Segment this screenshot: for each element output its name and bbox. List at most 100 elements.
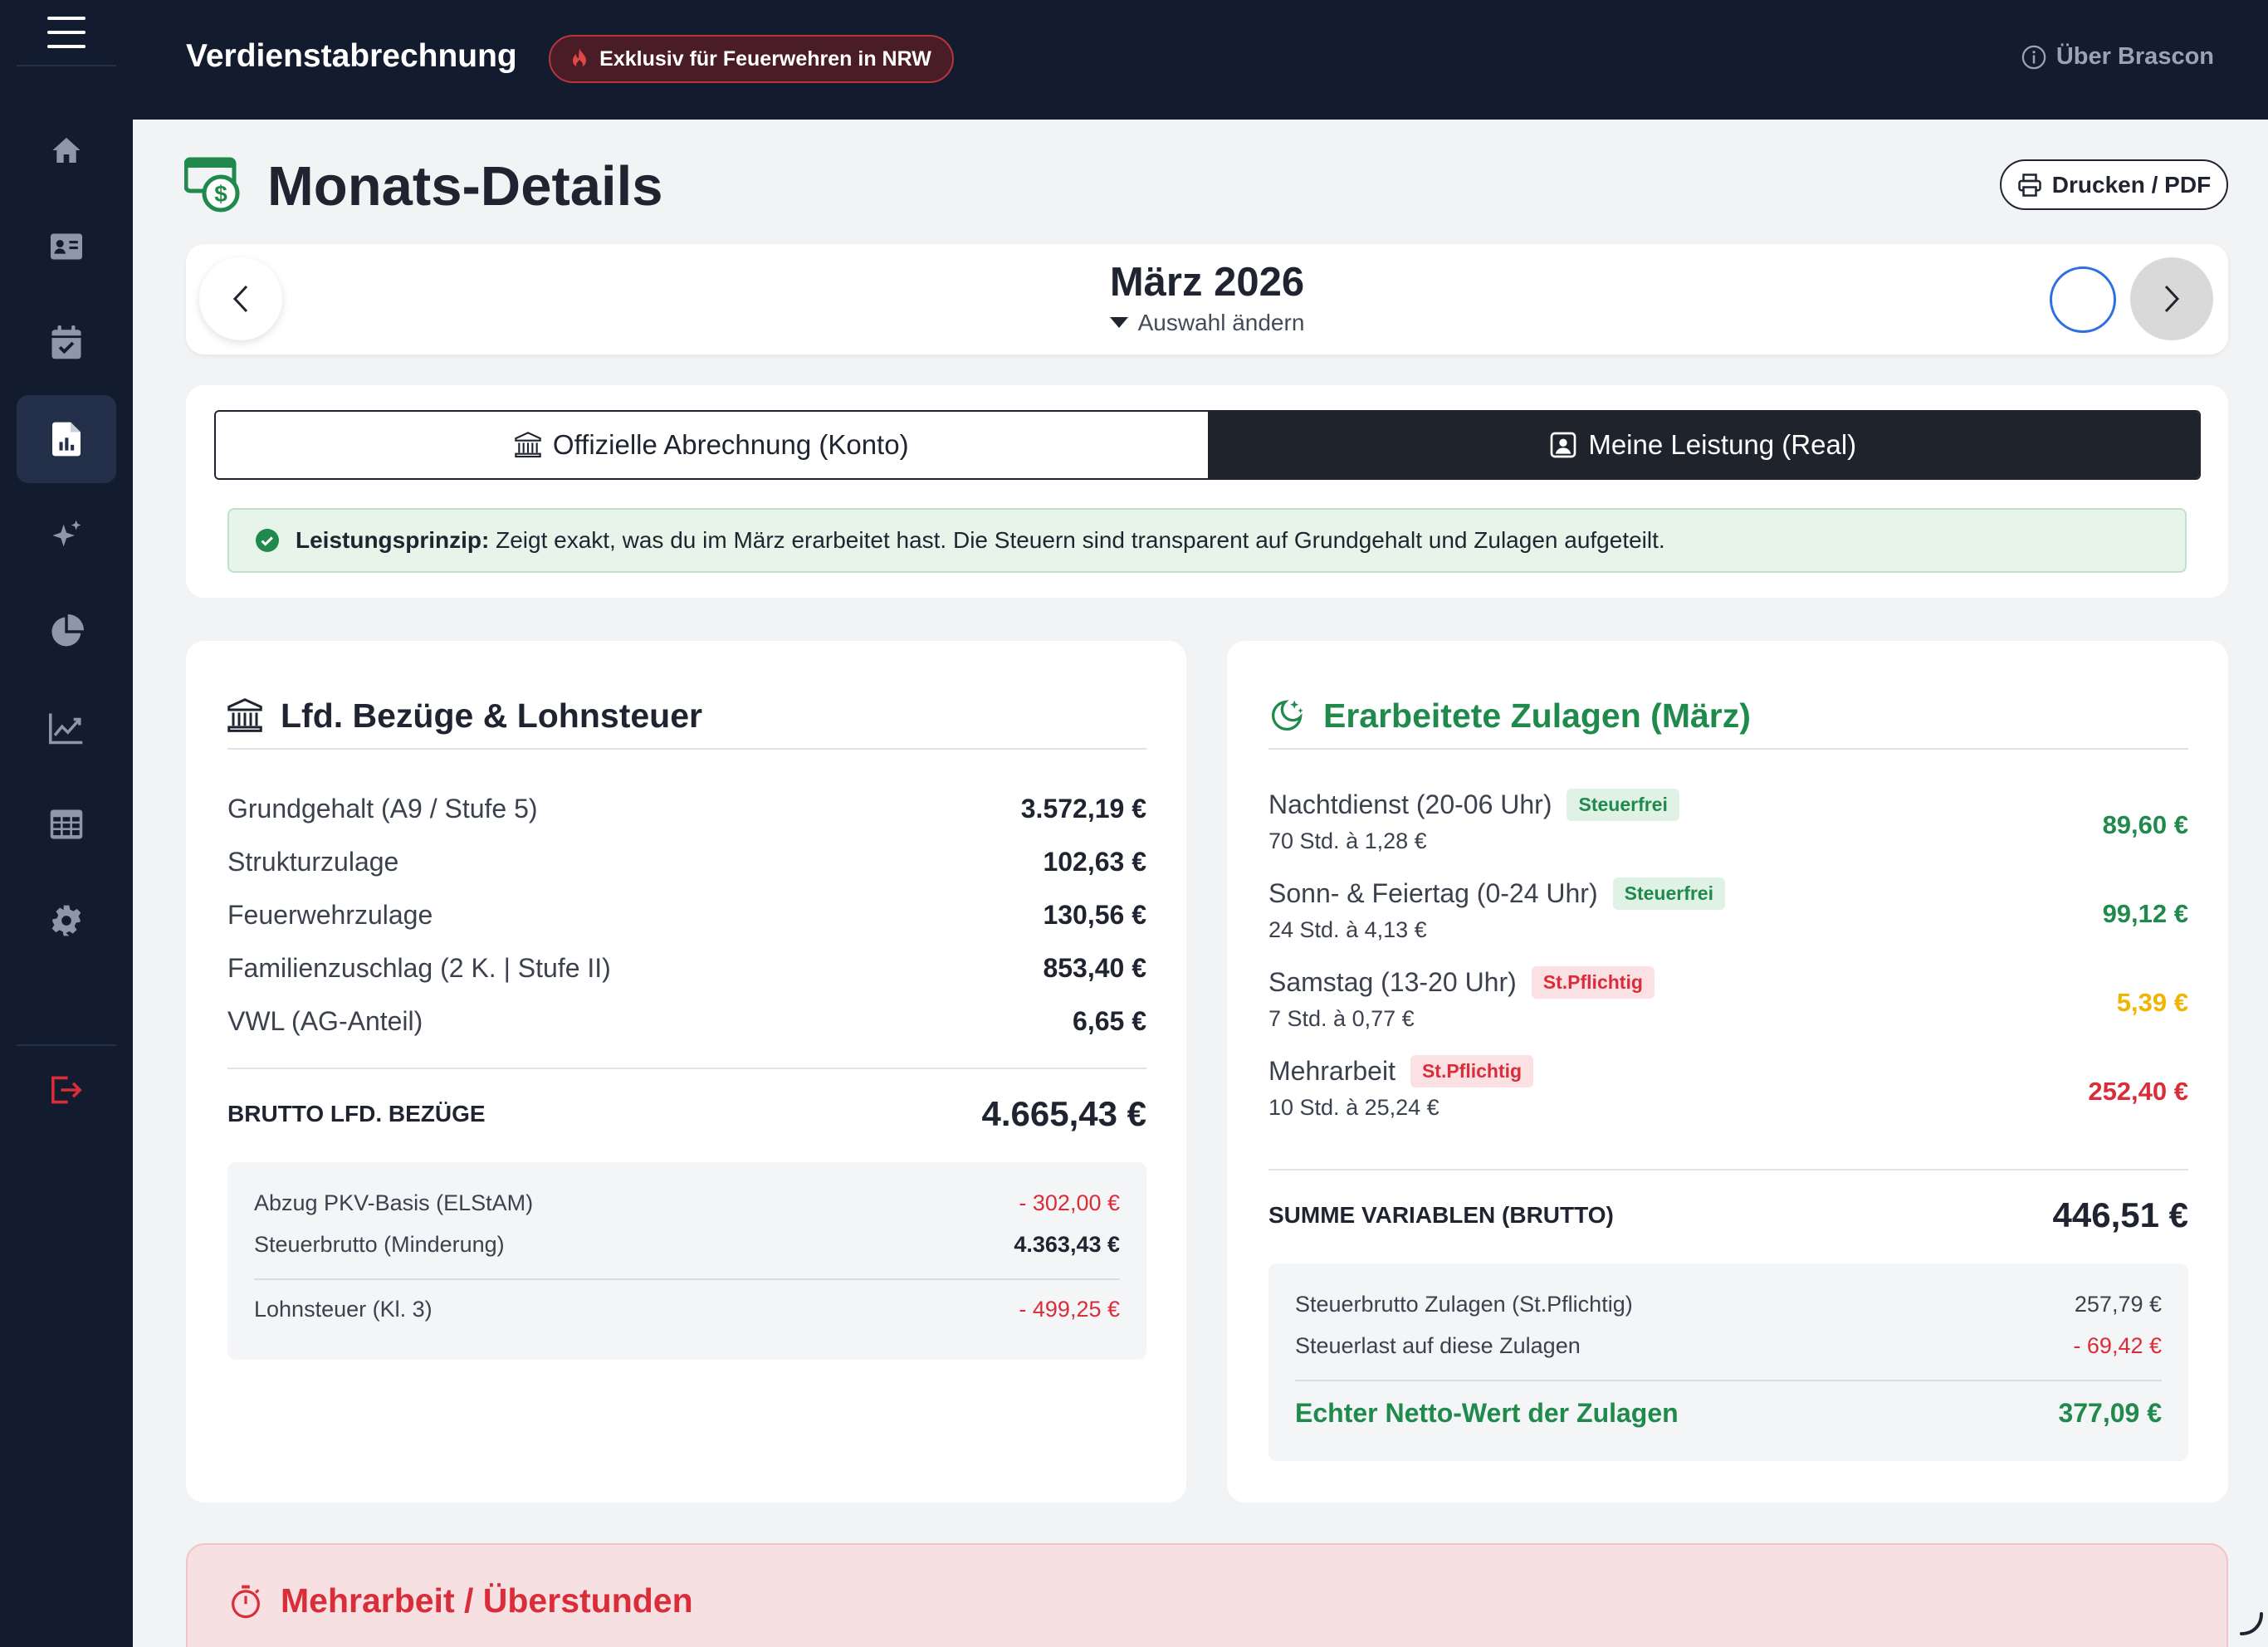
bonus-item-detail: 7 Std. à 0,77 € [1268, 1006, 1415, 1031]
sidebar-item-statistics[interactable] [17, 588, 116, 676]
sidebar-item-home[interactable] [17, 106, 116, 194]
id-card-icon [51, 233, 82, 260]
top-bar: Verdienstabrechnung Exklusiv für Feuerwe… [133, 0, 2268, 120]
pkv-deduction-row: Abzug PKV-Basis (ELStAM) - 302,00 € [254, 1190, 1120, 1216]
salary-row-value: 3.572,19 € [1020, 794, 1146, 824]
pkv-deduction-value: - 302,00 € [1019, 1190, 1120, 1215]
principle-info-bold: Leistungsprinzip: [296, 527, 490, 553]
document-chart-icon [52, 422, 81, 457]
overtime-card-header: Mehrarbeit / Überstunden [229, 1581, 693, 1620]
trend-chart-icon [49, 713, 83, 745]
view-mode-toggle: Offizielle Abrechnung (Konto) Meine Leis… [214, 410, 2201, 480]
loading-spinner-icon [2240, 1612, 2263, 1635]
chevron-right-icon [2164, 285, 2180, 313]
bonus-item-label: Sonn- & Feiertag (0-24 Uhr) [1268, 878, 1598, 908]
month-selector: März 2026 Auswahl ändern [186, 244, 2228, 354]
pie-chart-icon [51, 614, 84, 647]
printer-icon [2018, 173, 2041, 197]
variables-total-row: SUMME VARIABLEN (BRUTTO) 446,51 € [1268, 1195, 2188, 1235]
bonus-net-label: Echter Netto-Wert der Zulagen [1295, 1398, 1679, 1428]
salary-row: VWL (AG-Anteil) 6,65 € [227, 1006, 1146, 1037]
next-month-button[interactable] [2130, 257, 2213, 340]
about-link[interactable]: Über Brascon [2021, 43, 2214, 71]
sidebar-item-table[interactable] [17, 780, 116, 868]
salary-tax-card: Lfd. Bezüge & Lohnsteuer Grundgehalt (A9… [186, 641, 1186, 1503]
caret-down-icon [1109, 317, 1128, 328]
bonus-tax-burden-row: Steuerlast auf diese Zulagen - 69,42 € [1295, 1333, 2162, 1359]
my-performance-label: Meine Leistung (Real) [1588, 429, 1857, 460]
divider [227, 748, 1146, 750]
divider [254, 1278, 1120, 1280]
salary-row-label: VWL (AG-Anteil) [227, 1006, 423, 1036]
current-month-button[interactable] [2050, 266, 2116, 333]
menu-button[interactable] [0, 0, 133, 65]
bonus-item-value: 5,39 € [2116, 988, 2188, 1017]
divider [227, 1068, 1146, 1069]
bonus-net-row: Echter Netto-Wert der Zulagen 377,09 € [1295, 1398, 2162, 1429]
exclusive-badge-label: Exklusiv für Feuerwehren in NRW [599, 46, 931, 71]
bonus-item-detail: 70 Std. à 1,28 € [1268, 828, 1427, 853]
table-icon [50, 809, 83, 839]
salary-row-value: 130,56 € [1043, 900, 1146, 930]
salary-row-label: Strukturzulage [227, 847, 399, 877]
sidebar-item-logout[interactable] [17, 1046, 116, 1134]
salary-card-header: Lfd. Bezüge & Lohnsteuer [227, 682, 1145, 749]
change-month-toggle[interactable]: Auswahl ändern [186, 310, 2228, 336]
sidebar-item-monthly-details[interactable] [17, 395, 116, 483]
principle-info-body: Zeigt exakt, was du im März erarbeitet h… [489, 527, 1665, 553]
sidebar-item-ai[interactable] [17, 491, 116, 579]
sidebar-item-trends[interactable] [17, 684, 116, 772]
bonus-item-value: 99,12 € [2102, 899, 2188, 928]
bonus-item: Samstag (13-20 Uhr) St.Pflichtig 7 Std. à… [1268, 966, 2188, 1049]
salary-row-label: Grundgehalt (A9 / Stufe 5) [227, 794, 538, 824]
bonuses-card-header: Erarbeitete Zulagen (März) [1268, 682, 2187, 749]
sidebar [0, 0, 133, 1647]
sidebar-item-calendar[interactable] [17, 299, 116, 387]
sidebar-item-settings[interactable] [17, 877, 116, 965]
print-pdf-button[interactable]: Drucken / PDF [2000, 159, 2228, 210]
principle-info-text: Leistungsprinzip: Zeigt exakt, was du im… [296, 527, 1665, 554]
calendar-check-icon [51, 325, 81, 359]
tax-free-tag: Steuerfrei [1612, 877, 1725, 910]
principle-info-banner: Leistungsprinzip: Zeigt exakt, was du im… [227, 508, 2187, 573]
tax-free-tag: Steuerfrei [1567, 789, 1679, 821]
divider [1268, 748, 2188, 750]
gross-total-row: BRUTTO LFD. BEZÜGE 4.665,43 € [227, 1094, 1146, 1134]
salary-row-value: 853,40 € [1043, 953, 1146, 983]
app-title: Verdienstabrechnung [186, 38, 517, 74]
about-link-label: Über Brascon [2055, 43, 2214, 70]
sidebar-divider [17, 65, 116, 66]
gear-icon [51, 905, 81, 936]
salary-row: Grundgehalt (A9 / Stufe 5) 3.572,19 € [227, 794, 1146, 824]
salary-row-label: Feuerwehrzulage [227, 900, 433, 930]
sparkles-icon [52, 520, 81, 547]
money-icon: $ [183, 156, 242, 218]
divider [1295, 1380, 2162, 1381]
bonus-taxable-row: Steuerbrutto Zulagen (St.Pflichtig) 257,7… [1295, 1292, 2162, 1317]
portrait-icon [1550, 432, 1576, 458]
check-circle-icon [256, 529, 279, 552]
salary-row-value: 102,63 € [1043, 847, 1146, 877]
hamburger-icon [47, 17, 86, 48]
my-performance-tab[interactable]: Meine Leistung (Real) [1207, 412, 2199, 478]
salary-row: Strukturzulage 102,63 € [227, 847, 1146, 877]
official-statement-tab[interactable]: Offizielle Abrechnung (Konto) [216, 412, 1208, 478]
taxable-tag: St.Pflichtig [1410, 1055, 1534, 1087]
bonus-item-detail: 24 Std. à 4,13 € [1268, 917, 1427, 942]
bonus-net-value: 377,09 € [2058, 1398, 2162, 1428]
tax-details-box: Abzug PKV-Basis (ELStAM) - 302,00 € Steue… [227, 1162, 1146, 1360]
sidebar-item-profile[interactable] [17, 203, 116, 291]
variables-total-label: SUMME VARIABLEN (BRUTTO) [1268, 1202, 1614, 1228]
bonus-tax-burden-label: Steuerlast auf diese Zulagen [1295, 1333, 1581, 1358]
pkv-deduction-label: Abzug PKV-Basis (ELStAM) [254, 1190, 534, 1215]
income-tax-row: Lohnsteuer (Kl. 3) - 499,25 € [254, 1297, 1120, 1322]
bonuses-card-title: Erarbeitete Zulagen (März) [1323, 696, 1751, 735]
flame-icon [573, 48, 587, 68]
home-icon [52, 138, 81, 163]
salary-row-label: Familienzuschlag (2 K. | Stufe II) [227, 953, 611, 983]
info-icon [2021, 45, 2046, 69]
bank-icon [227, 698, 262, 732]
salary-card-title: Lfd. Bezüge & Lohnsteuer [281, 696, 702, 735]
income-tax-label: Lohnsteuer (Kl. 3) [254, 1297, 433, 1322]
bonus-item-label: Mehrarbeit [1268, 1056, 1396, 1086]
